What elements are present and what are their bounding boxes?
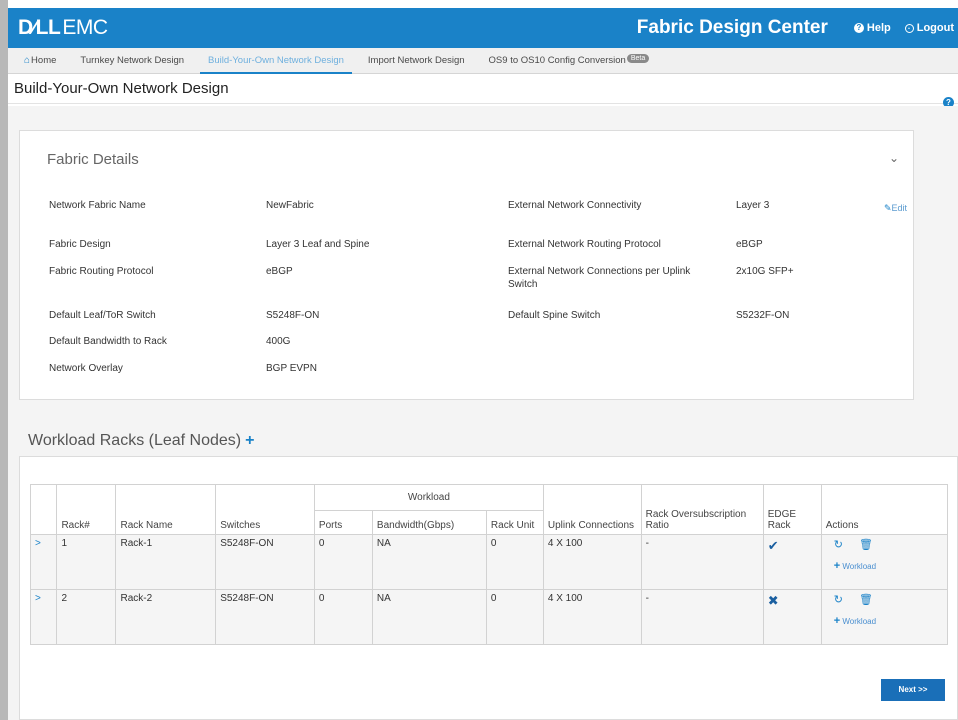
edge-cell: ✖ — [762, 589, 822, 645]
field-value: eBGP — [736, 239, 763, 250]
fabric-details-panel: Fabric Details ⌄ Network Fabric Name New… — [19, 130, 914, 400]
racks-table: Rack# Rack Name Switches Workload Uplink… — [29, 484, 949, 645]
rack-oversub: - — [640, 589, 764, 645]
rack-uplink: 4 X 100 — [542, 589, 642, 645]
col-bandwidth: Bandwidth(Gbps) — [371, 510, 487, 535]
delete-icon[interactable]: 🗑 — [859, 593, 873, 606]
field-value: S5248F-ON — [266, 310, 320, 321]
field-value: NewFabric — [266, 200, 314, 211]
col-ports: Ports — [313, 510, 373, 535]
edge-cell: ✔ — [762, 534, 822, 590]
rack-num: 1 — [56, 534, 117, 590]
table-row: > 2 Rack-2 S5248F-ON 0 NA 0 4 X 100 - ✖ … — [29, 589, 949, 645]
field-label: Fabric Routing Protocol — [49, 266, 154, 277]
field-value: Layer 3 — [736, 200, 770, 211]
tab-home[interactable]: ⌂Home — [12, 55, 68, 73]
col-workload-group: Workload — [313, 484, 544, 511]
add-workload-link[interactable]: + Workload — [826, 615, 943, 627]
edit-icon[interactable]: ↻ — [834, 538, 843, 551]
field-label: Default Spine Switch — [508, 310, 601, 321]
help-icon: ? — [853, 23, 864, 33]
chevron-down-icon[interactable]: ⌄ — [889, 151, 899, 165]
rack-ports: 0 — [313, 589, 373, 645]
workload-racks-title: Workload Racks (Leaf Nodes) + — [28, 432, 255, 449]
col-actions: Actions — [820, 484, 949, 535]
field-label: Network Fabric Name — [49, 200, 146, 211]
workload-racks-panel: Rack# Rack Name Switches Workload Uplink… — [19, 456, 958, 720]
page-header: Build-Your-Own Network Design — [8, 74, 958, 104]
field-label: Network Overlay — [49, 363, 123, 374]
field-value: Layer 3 Leaf and Spine — [266, 239, 370, 250]
add-workload-link[interactable]: + Workload — [826, 560, 943, 572]
help-link[interactable]: ? Help — [853, 22, 891, 34]
edit-icon: ✎ — [884, 203, 892, 213]
page-title: Build-Your-Own Network Design — [14, 80, 229, 97]
rack-bandwidth: NA — [371, 589, 487, 645]
field-value: 2x10G SFP+ — [736, 266, 794, 277]
field-value: 400G — [266, 336, 291, 347]
rack-name: Rack-1 — [115, 534, 217, 590]
tab-build-your-own[interactable]: Build-Your-Own Network Design — [196, 55, 356, 74]
rack-ports: 0 — [313, 534, 373, 590]
cross-icon: ✖ — [767, 593, 779, 608]
app-window: D∕LLEMC Fabric Design Center ? Help · Logo… — [8, 8, 958, 720]
field-label: Default Leaf/ToR Switch — [49, 310, 156, 321]
tab-os9-conversion[interactable]: OS9 to OS10 Config Conversion Beta — [477, 54, 662, 73]
field-value: BGP EVPN — [266, 363, 317, 374]
tab-turnkey[interactable]: Turnkey Network Design — [68, 55, 196, 73]
col-edge: EDGE Rack — [762, 484, 822, 535]
field-value: eBGP — [266, 266, 293, 277]
field-label: Fabric Design — [49, 239, 111, 250]
rack-oversub: - — [640, 534, 764, 590]
delete-icon[interactable]: 🗑 — [859, 538, 873, 551]
field-label: External Network Connectivity — [508, 200, 642, 211]
edit-icon[interactable]: ↻ — [834, 593, 843, 606]
logout-icon: · — [904, 23, 914, 33]
rack-switches: S5248F-ON — [215, 589, 315, 645]
rack-uplink: 4 X 100 — [542, 534, 642, 590]
add-rack-icon[interactable]: + — [245, 432, 254, 449]
edit-fabric-link[interactable]: ✎Edit — [884, 203, 907, 214]
next-button[interactable]: Next >> — [881, 679, 945, 701]
field-label: External Network Connections per Uplink … — [508, 266, 691, 290]
field-label: Default Bandwidth to Rack — [49, 336, 167, 347]
nav-tabs: ⌂Home Turnkey Network Design Build-Your-… — [8, 48, 958, 74]
field-value: S5232F-ON — [736, 310, 790, 321]
col-rack-name: Rack Name — [115, 484, 217, 535]
top-header: D∕LLEMC Fabric Design Center ? Help · Logo… — [8, 8, 958, 48]
col-switches: Switches — [215, 484, 315, 535]
col-uplink: Uplink Connections — [542, 484, 642, 535]
field-label: External Network Routing Protocol — [508, 239, 661, 250]
app-title: Fabric Design Center — [636, 17, 828, 38]
rack-unit: 0 — [485, 534, 544, 590]
rack-name: Rack-2 — [115, 589, 217, 645]
actions-cell: ↻ 🗑 + Workload — [820, 589, 949, 645]
window-frame — [0, 0, 8, 720]
expand-row-icon[interactable]: > — [35, 593, 41, 604]
beta-badge: Beta — [626, 54, 650, 63]
rack-switches: S5248F-ON — [215, 534, 315, 590]
check-icon: ✔ — [767, 538, 779, 553]
logout-link[interactable]: · Logout — [904, 22, 954, 34]
tab-import[interactable]: Import Network Design — [356, 55, 477, 73]
rack-num: 2 — [56, 589, 117, 645]
actions-cell: ↻ 🗑 + Workload — [820, 534, 949, 590]
dell-emc-logo: D∕LLEMC — [18, 16, 108, 39]
rack-bandwidth: NA — [371, 534, 487, 590]
rack-unit: 0 — [485, 589, 544, 645]
col-rack-unit: Rack Unit — [485, 510, 544, 535]
expander-header — [29, 484, 58, 535]
home-icon: ⌂ — [24, 55, 31, 66]
fabric-details-title: Fabric Details — [47, 151, 139, 168]
col-rack-num: Rack# — [56, 484, 117, 535]
col-oversub: Rack Oversubscription Ratio — [640, 484, 764, 535]
expand-row-icon[interactable]: > — [35, 538, 41, 549]
table-row: > 1 Rack-1 S5248F-ON 0 NA 0 4 X 100 - ✔ … — [29, 534, 949, 590]
main-content: Fabric Details ⌄ Network Fabric Name New… — [8, 106, 958, 720]
